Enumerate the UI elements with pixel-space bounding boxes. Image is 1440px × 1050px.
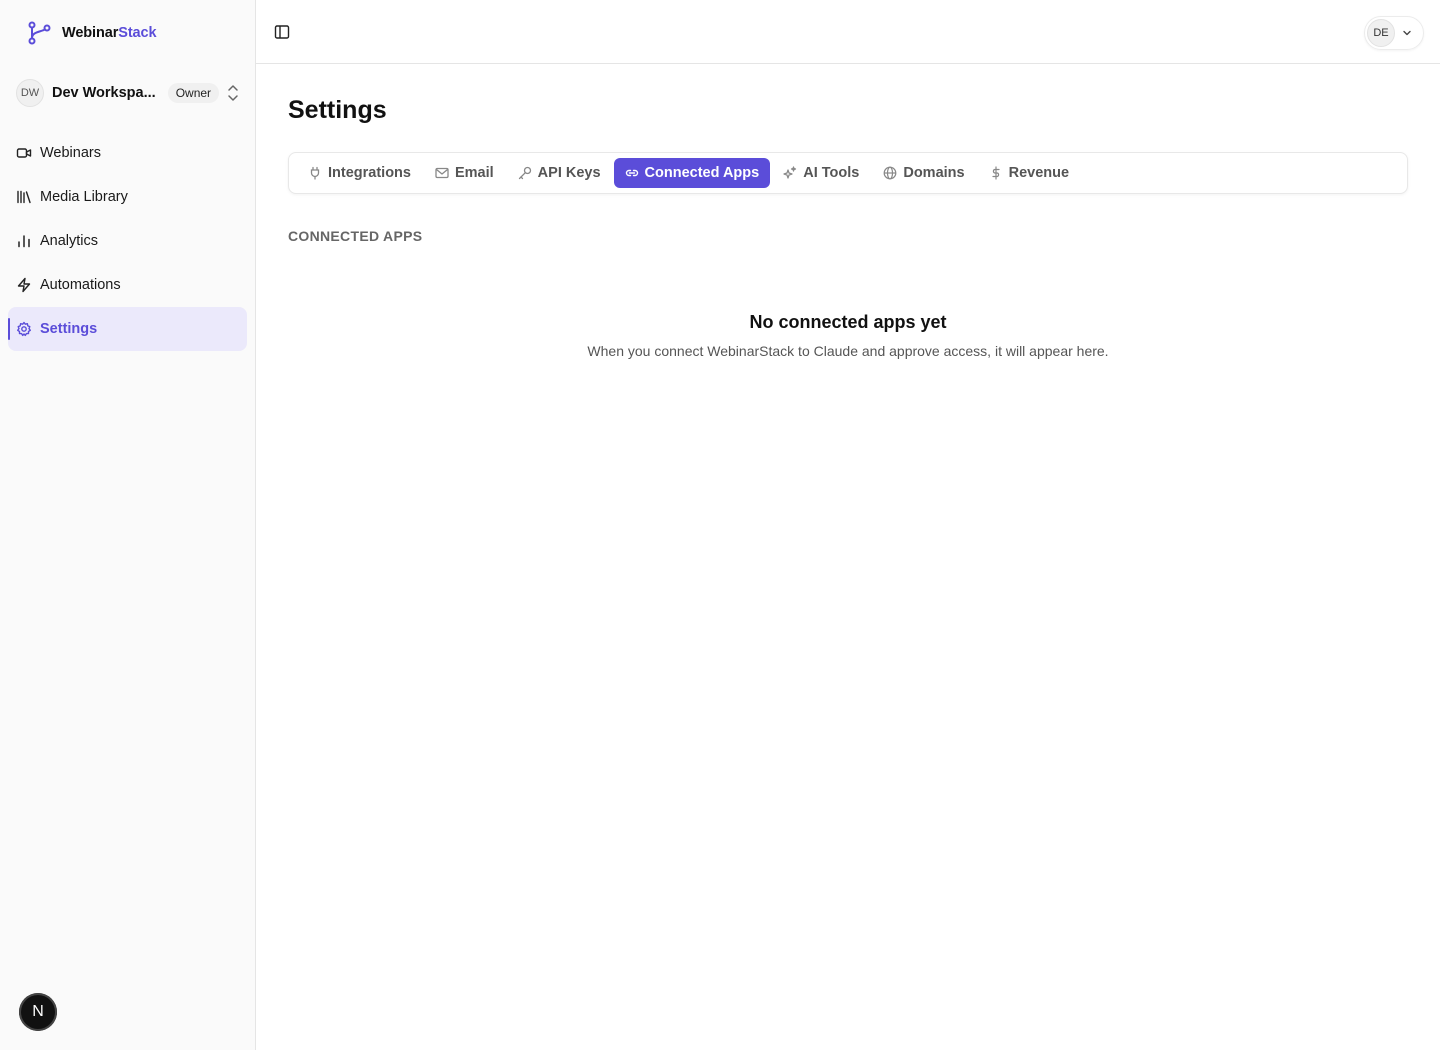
sidebar-item-label: Webinars	[40, 145, 101, 161]
globe-icon	[883, 166, 897, 180]
tab-label: Email	[454, 165, 494, 181]
chevrons-up-down-icon	[226, 84, 240, 102]
sidebar-item-analytics[interactable]: Analytics	[8, 219, 247, 263]
panel-left-icon	[274, 24, 290, 40]
brand-logo[interactable]: WebinarStack	[26, 20, 157, 46]
workspace-switcher[interactable]: DW Dev Workspa... Owner	[16, 78, 244, 108]
dollar-icon	[989, 166, 1003, 180]
zap-icon	[16, 277, 32, 293]
tab-integrations[interactable]: Integrations	[297, 158, 422, 188]
tab-ai-tools[interactable]: AI Tools	[772, 158, 870, 188]
plug-icon	[308, 166, 322, 180]
key-icon	[518, 166, 532, 180]
settings-tabs: Integrations Email API Keys Connected Ap…	[288, 152, 1408, 194]
workspace-avatar: DW	[16, 79, 44, 107]
tab-label: API Keys	[537, 165, 601, 181]
tab-label: Revenue	[1008, 165, 1070, 181]
tab-connected-apps[interactable]: Connected Apps	[613, 158, 771, 188]
tab-email[interactable]: Email	[424, 158, 505, 188]
dev-tools-badge[interactable]: N	[19, 993, 57, 1031]
logo-icon	[26, 20, 52, 46]
tab-revenue[interactable]: Revenue	[978, 158, 1080, 188]
user-menu-button[interactable]: DE	[1364, 16, 1424, 50]
workspace-name: Dev Workspa...	[52, 85, 156, 101]
link-icon	[625, 166, 639, 180]
sidebar-item-label: Automations	[40, 277, 121, 293]
next-logo-icon: N	[32, 1003, 44, 1020]
video-icon	[16, 145, 32, 161]
empty-state: No connected apps yet When you connect W…	[288, 312, 1408, 359]
sidebar-item-label: Media Library	[40, 189, 128, 205]
sidebar-nav: Webinars Media Library Analytics Automat…	[8, 131, 247, 351]
sidebar-item-automations[interactable]: Automations	[8, 263, 247, 307]
mail-icon	[435, 166, 449, 180]
bar-chart-icon	[16, 233, 32, 249]
sidebar-item-label: Settings	[40, 321, 98, 337]
chevron-down-icon	[1401, 27, 1413, 39]
brand-name: WebinarStack	[62, 25, 157, 41]
tab-api-keys[interactable]: API Keys	[507, 158, 612, 188]
sidebar-toggle-button[interactable]	[272, 22, 292, 42]
tab-label: Connected Apps	[644, 165, 760, 181]
tab-domains[interactable]: Domains	[872, 158, 975, 188]
sparkles-icon	[783, 166, 797, 180]
top-bar: DE	[256, 0, 1440, 64]
avatar: DE	[1367, 19, 1395, 47]
sidebar-item-settings[interactable]: Settings	[8, 307, 247, 351]
page-title: Settings	[288, 96, 387, 124]
settings-icon	[16, 321, 32, 337]
tab-label: Domains	[903, 165, 965, 181]
tab-label: AI Tools	[803, 165, 860, 181]
tab-label: Integrations	[328, 165, 411, 181]
sidebar: WebinarStack DW Dev Workspa... Owner Web…	[0, 0, 256, 1050]
sidebar-item-label: Analytics	[40, 233, 99, 249]
sidebar-item-media-library[interactable]: Media Library	[8, 175, 247, 219]
sidebar-item-webinars[interactable]: Webinars	[8, 131, 247, 175]
library-icon	[16, 189, 32, 205]
empty-state-description: When you connect WebinarStack to Claude …	[587, 343, 1109, 359]
empty-state-title: No connected apps yet	[749, 312, 947, 332]
workspace-role-badge: Owner	[167, 83, 220, 103]
section-heading: CONNECTED APPS	[288, 228, 423, 244]
